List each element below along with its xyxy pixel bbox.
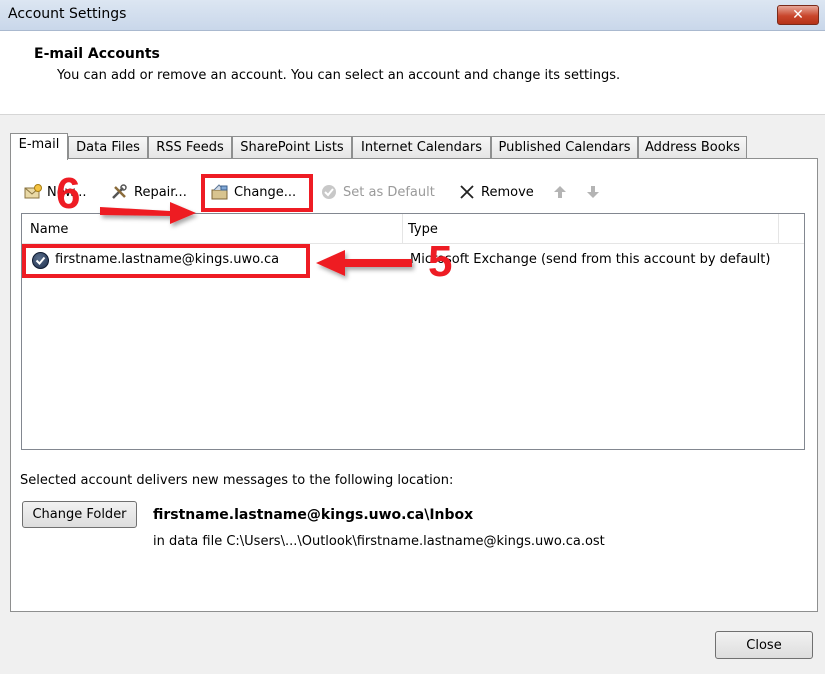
header-description: You can add or remove an account. You ca… [57, 68, 621, 83]
repair-button[interactable]: Repair... [111, 181, 187, 203]
arrow-down-icon [586, 184, 604, 200]
annotation-step-6: 6 [56, 169, 81, 218]
move-down-button[interactable] [586, 181, 604, 203]
tab-label: SharePoint Lists [240, 140, 344, 155]
header-title: E-mail Accounts [34, 46, 160, 62]
new-account-icon [24, 184, 42, 200]
window-title: Account Settings [8, 6, 127, 22]
tab-label: Data Files [76, 140, 140, 155]
tab-email[interactable]: E-mail [10, 133, 68, 160]
accounts-list-header: Name Type [22, 214, 804, 244]
tab-label: Internet Calendars [361, 140, 482, 155]
delivery-folder-path: firstname.lastname@kings.uwo.ca\Inbox [153, 507, 474, 523]
set-as-default-button[interactable]: Set as Default [320, 181, 435, 203]
column-header-type[interactable]: Type [408, 222, 438, 237]
arrow-up-icon [553, 184, 571, 200]
check-circle-icon [320, 184, 338, 200]
tab-data-files[interactable]: Data Files [68, 136, 148, 159]
delivery-location-label: Selected account delivers new messages t… [20, 473, 454, 488]
dialog-header: E-mail Accounts You can add or remove an… [0, 31, 825, 115]
tab-label: Published Calendars [498, 140, 631, 155]
repair-tools-icon [111, 184, 129, 200]
annotation-step-5: 5 [428, 237, 453, 286]
remove-label: Remove [481, 184, 534, 200]
repair-label: Repair... [134, 184, 187, 200]
tab-rss-feeds[interactable]: RSS Feeds [148, 136, 232, 159]
window-close-button[interactable]: ✕ [777, 5, 819, 25]
tab-sharepoint-lists[interactable]: SharePoint Lists [232, 136, 352, 159]
account-type: Microsoft Exchange (send from this accou… [410, 252, 771, 267]
column-divider[interactable] [778, 214, 779, 244]
tab-internet-calendars[interactable]: Internet Calendars [352, 136, 491, 159]
close-button[interactable]: Close [715, 631, 813, 659]
data-file-path: in data file C:\Users\...\Outlook\firstn… [153, 534, 605, 549]
annotation-highlight-account [22, 244, 310, 278]
annotation-highlight-change [201, 174, 313, 212]
move-up-button[interactable] [553, 181, 571, 203]
tab-published-calendars[interactable]: Published Calendars [491, 136, 638, 159]
tab-label: RSS Feeds [156, 140, 224, 155]
column-header-name[interactable]: Name [30, 222, 68, 237]
tab-label: E-mail [18, 137, 60, 152]
title-bar: Account Settings ✕ [0, 0, 825, 31]
tab-address-books[interactable]: Address Books [638, 136, 747, 159]
tab-label: Address Books [644, 140, 741, 155]
remove-button[interactable]: Remove [458, 181, 534, 203]
set-as-default-label: Set as Default [343, 184, 435, 200]
column-divider[interactable] [402, 214, 403, 244]
change-folder-button[interactable]: Change Folder [22, 501, 137, 528]
remove-x-icon [458, 184, 476, 200]
close-icon: ✕ [792, 7, 804, 23]
